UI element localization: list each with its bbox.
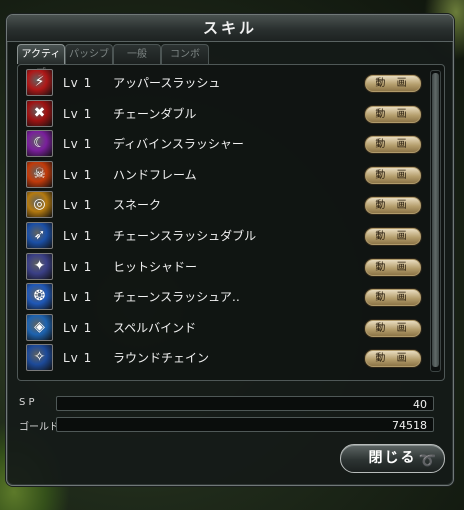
chain-slash-double-icon[interactable]: ➶ [26,222,53,249]
divine-slasher-icon[interactable]: ☾ [26,130,53,158]
skill-row[interactable]: ✖ Lv 1 チェーンダブル 動 画 [18,99,426,129]
skill-name: チェーンダブル [113,106,197,121]
skill-name: ヒットシャドー [113,259,198,274]
video-button[interactable]: 動 画 [365,319,421,337]
chain-slash-icon[interactable]: ❂ [26,283,53,311]
scrollbar[interactable] [430,70,441,372]
skill-row[interactable]: ⚡ Lv 1 アッパースラッシュ 動 画 [18,68,426,98]
skill-name: チェーンスラッシュア‥ [113,290,240,305]
video-button[interactable]: 動 画 [365,197,421,215]
skill-name: スネーク [113,198,162,213]
video-button[interactable]: 動 画 [365,136,421,154]
round-chain-icon[interactable]: ✧ [26,344,53,372]
tab-general[interactable]: 一般 [113,44,161,64]
hit-shadow-icon[interactable]: ✦ [26,252,53,280]
spell-bind-icon[interactable]: ◈ [26,313,53,341]
tab-passive[interactable]: パッシブ [65,44,113,64]
skill-name: ディバインスラッシャー [113,137,244,152]
video-button[interactable]: 動 画 [365,258,421,276]
video-button[interactable]: 動 画 [365,228,421,245]
skill-level: Lv 1 [63,229,93,243]
skill-name: ハンドフレーム [113,167,197,182]
skill-level: Lv 1 [63,198,93,213]
video-button[interactable]: 動 画 [365,75,421,92]
chain-double-icon[interactable]: ✖ [26,99,53,127]
gold-value: 74518 [56,417,434,432]
skill-level: Lv 1 [63,259,93,274]
skill-list: ⚡ Lv 1 アッパースラッシュ動 画 ✖ Lv 1 チェーンダブル動 画 ☾ Lv 1 ディバ… [17,64,445,381]
video-button[interactable]: 動 画 [365,289,421,307]
skill-row[interactable]: ☠ Lv 1 ハンドフレーム 動 画 [18,160,426,190]
snake-icon[interactable]: ◎ [26,191,53,219]
skill-level: Lv 1 [63,351,93,366]
sp-label: S P [19,397,35,408]
hand-flame-icon[interactable]: ☠ [26,160,53,188]
skill-window: スキル アクティブ パッシブ 一般 コンボ ⚡Lv 1アッパースラッシュ動 画✖… [6,14,454,486]
skill-name: スペルバインド [113,320,197,335]
window-title[interactable]: スキル [7,15,453,42]
upper-slash-icon[interactable]: ⚡ [26,69,53,96]
video-button[interactable]: 動 画 [365,350,421,368]
video-button[interactable]: 動 画 [365,105,421,123]
skill-row[interactable]: ✧ Lv 1 ラウンドチェイン 動 画 [18,343,426,373]
skill-row[interactable]: ◎ Lv 1 スネーク 動 画 [18,190,426,220]
skill-name: ラウンドチェイン [113,351,210,366]
skill-level: Lv 1 [63,167,93,182]
close-button[interactable]: 閉じる ➰ [340,444,445,473]
skill-level: Lv 1 [63,320,93,335]
skill-row[interactable]: ➶ Lv 1 チェーンスラッシュダブル 動 画 [18,221,426,251]
tab-combo[interactable]: コンボ [161,44,209,64]
skill-row[interactable]: ✦ Lv 1 ヒットシャドー 動 画 [18,252,426,282]
skill-name: アッパースラッシュ [113,76,221,90]
scrollbar-thumb[interactable] [432,73,439,367]
skill-row[interactable]: ◈ Lv 1 スペルバインド 動 画 [18,313,426,343]
close-button-label: 閉じる [368,450,417,466]
sp-value: 40 [56,396,434,411]
swirl-icon: ➰ [418,453,436,469]
skill-name: チェーンスラッシュダブル [113,229,257,243]
video-button[interactable]: 動 画 [365,166,421,184]
skill-row[interactable]: ☾ Lv 1 ディバインスラッシャー 動 画 [18,129,426,159]
skill-level: Lv 1 [63,76,93,90]
skill-level: Lv 1 [63,106,93,121]
skill-row[interactable]: ❂ Lv 1 チェーンスラッシュア‥ 動 画 [18,282,426,312]
skill-level: Lv 1 [63,137,93,152]
tab-active[interactable]: アクティブ [17,44,65,79]
gold-label: ゴールド [19,422,59,433]
skill-level: Lv 1 [63,290,93,305]
